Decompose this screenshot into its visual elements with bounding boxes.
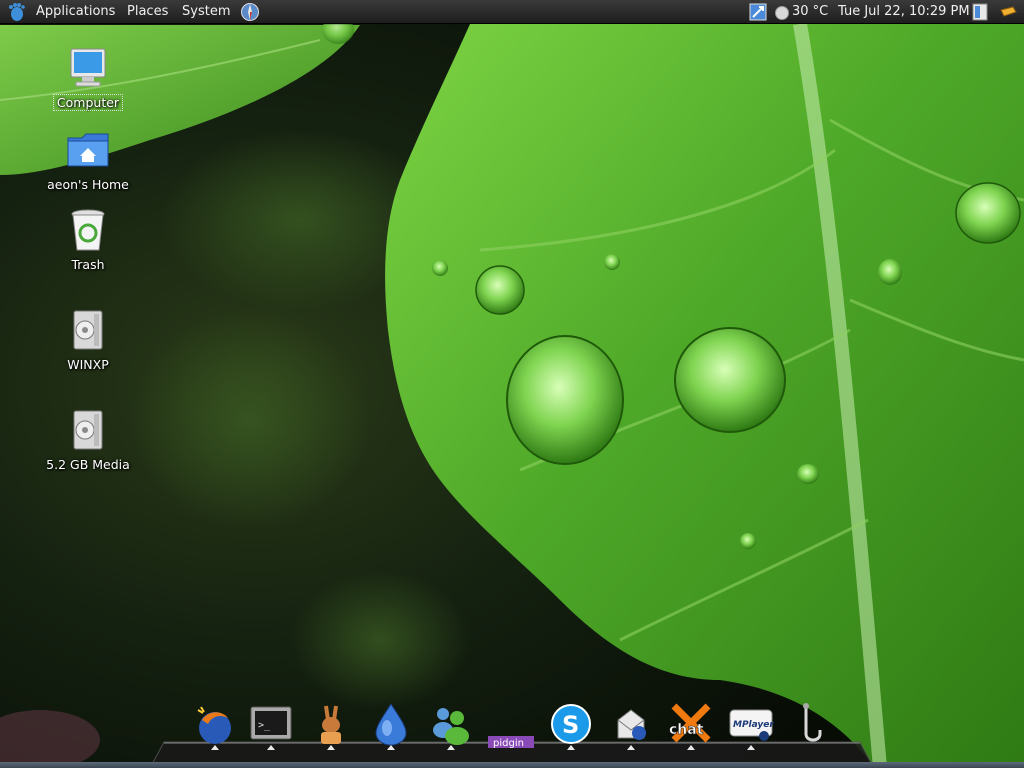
clock[interactable]: Tue Jul 22, 10:29 PM xyxy=(838,0,970,24)
running-indicator xyxy=(447,745,455,750)
dock-item-mplayer[interactable]: MPlayer xyxy=(726,700,776,756)
desktop-icon-label: aeon's Home xyxy=(47,177,129,192)
desktop-icon-trash[interactable]: Trash xyxy=(43,206,133,273)
gnome-foot-icon[interactable] xyxy=(6,2,26,22)
bottom-panel xyxy=(0,762,1024,768)
running-indicator xyxy=(687,745,695,750)
audio-jack-icon xyxy=(803,703,822,742)
amule-icon xyxy=(321,705,341,744)
temperature-label[interactable]: 30 °C xyxy=(792,0,828,24)
dock-item-terminal[interactable]: >_ xyxy=(246,700,296,756)
trash-icon xyxy=(71,209,105,251)
mplayer-icon: MPlayer xyxy=(729,709,774,741)
pidgin-logo-text: pidgin xyxy=(493,738,524,749)
mplayer-logo-text: MPlayer xyxy=(733,720,774,730)
firefox-icon xyxy=(197,706,231,744)
top-panel: Applications Places System 30 °C Tue Jul… xyxy=(0,0,1024,24)
dock-item-skype[interactable]: S xyxy=(546,700,596,756)
desktop-icon-label: Trash xyxy=(71,257,105,272)
computer-icon xyxy=(70,48,106,87)
desktop-icon-media[interactable]: 5.2 GB Media xyxy=(43,406,133,473)
skype-icon: S xyxy=(551,704,591,744)
drive-icon xyxy=(73,310,103,350)
user-switcher-icon[interactable] xyxy=(970,2,990,22)
desktop-icon-winxp[interactable]: WINXP xyxy=(43,306,133,373)
desktop-icon-label: 5.2 GB Media xyxy=(46,457,130,472)
xchat-icon: chat xyxy=(669,703,711,743)
network-icon[interactable] xyxy=(748,2,768,22)
drive-icon xyxy=(73,410,103,450)
battery-icon[interactable] xyxy=(998,2,1018,22)
running-indicator xyxy=(327,745,335,750)
svg-text:S: S xyxy=(562,711,579,739)
messenger-icon xyxy=(433,708,469,745)
running-indicator xyxy=(211,745,219,750)
dock-item-messenger[interactable] xyxy=(426,700,476,756)
dock-item-audio[interactable] xyxy=(792,700,842,756)
dock-item-pidgin[interactable]: pidgin xyxy=(486,700,536,756)
desktop-icon-label: Computer xyxy=(52,94,124,111)
running-indicator xyxy=(567,745,575,750)
running-indicator xyxy=(747,745,755,750)
desktop-icon-label: WINXP xyxy=(67,357,109,372)
dock-item-firefox[interactable] xyxy=(190,700,240,756)
web-browser-icon[interactable] xyxy=(240,2,260,22)
home-folder-icon xyxy=(67,133,109,167)
dock-item-email[interactable] xyxy=(606,700,656,756)
terminal-icon: >_ xyxy=(250,706,292,740)
xchat-logo-text: chat xyxy=(669,722,704,738)
pidgin-icon: pidgin xyxy=(488,736,534,749)
weather-icon[interactable] xyxy=(772,2,792,22)
dock-item-xchat[interactable]: chat xyxy=(666,700,716,756)
running-indicator xyxy=(387,745,395,750)
desktop-icon-computer[interactable]: Computer xyxy=(43,44,133,111)
dock-item-deluge[interactable] xyxy=(366,700,416,756)
places-menu[interactable]: Places xyxy=(127,0,168,24)
system-menu[interactable]: System xyxy=(182,0,230,24)
email-icon xyxy=(617,709,646,740)
applications-menu[interactable]: Applications xyxy=(36,0,115,24)
desktop-icon-home[interactable]: aeon's Home xyxy=(43,126,133,193)
desktop-wallpaper xyxy=(0,0,1024,768)
dock-item-amule[interactable] xyxy=(306,700,356,756)
running-indicator xyxy=(267,745,275,750)
running-indicator xyxy=(627,745,635,750)
deluge-icon xyxy=(375,703,407,746)
svg-text:>_: >_ xyxy=(258,720,271,731)
